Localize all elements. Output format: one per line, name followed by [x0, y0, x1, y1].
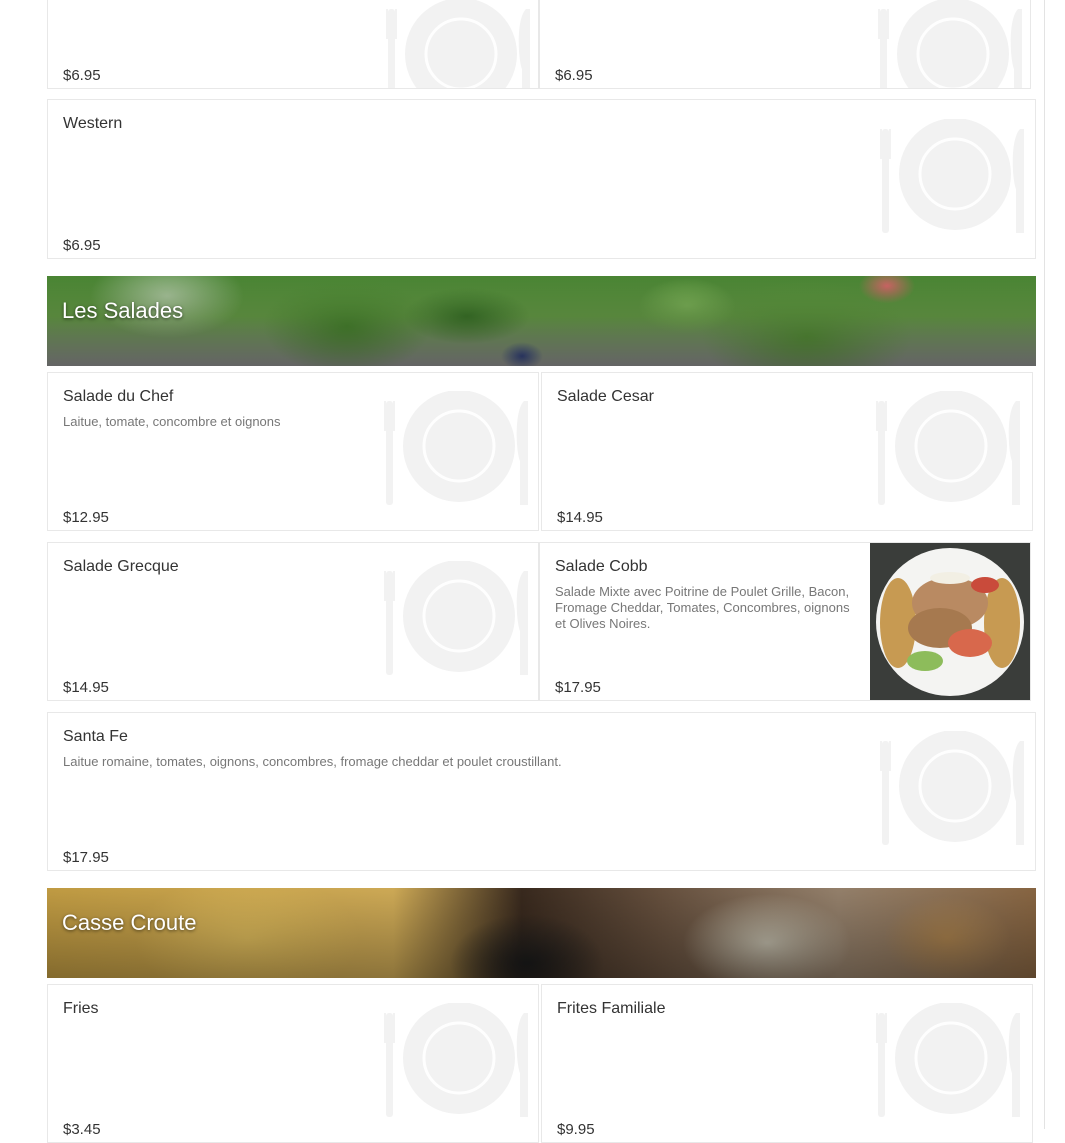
- plate-cutlery-icon: [878, 0, 1024, 88]
- item-name: Fries: [63, 1000, 99, 1017]
- plate-cutlery-icon: [386, 0, 532, 88]
- item-price: $14.95: [63, 679, 109, 696]
- item-name: Salade Grecque: [63, 558, 179, 575]
- item-name: Western: [63, 115, 123, 132]
- item-price: $9.95: [557, 1121, 595, 1138]
- item-price: $14.95: [557, 509, 603, 526]
- menu-item-card[interactable]: Salade Grecque $14.95: [47, 542, 539, 701]
- menu-item-card[interactable]: Western $6.95: [47, 99, 1036, 259]
- item-name: Salade Cobb: [555, 558, 648, 575]
- menu-item-card[interactable]: Salade Cesar $14.95: [541, 372, 1033, 531]
- item-description: Salade Mixte avec Poitrine de Poulet Gri…: [555, 584, 850, 631]
- item-price: $17.95: [555, 679, 601, 696]
- item-price: $6.95: [63, 237, 101, 254]
- item-price: $12.95: [63, 509, 109, 526]
- menu-item-card[interactable]: Salade du Chef Laitue, tomate, concombre…: [47, 372, 539, 531]
- section-banner-salads: Les Salades: [47, 276, 1036, 366]
- item-price: $6.95: [555, 67, 593, 84]
- menu-item-card[interactable]: $6.95: [47, 0, 539, 89]
- page-scroll-edge: [1044, 0, 1045, 1129]
- plate-cutlery-icon: [880, 731, 1026, 847]
- menu-item-card[interactable]: Fries $3.45: [47, 984, 539, 1143]
- item-price: $3.45: [63, 1121, 101, 1138]
- section-title: Casse Croute: [62, 910, 197, 935]
- section-banner-casse-croute: Casse Croute: [47, 888, 1036, 978]
- item-name: Santa Fe: [63, 728, 128, 745]
- item-description: Laitue romaine, tomates, oignons, concom…: [63, 754, 562, 769]
- item-name: Frites Familiale: [557, 1000, 666, 1017]
- menu-item-card[interactable]: Frites Familiale $9.95: [541, 984, 1033, 1143]
- plate-cutlery-icon: [880, 119, 1026, 235]
- item-price: $17.95: [63, 849, 109, 866]
- menu-item-card[interactable]: Santa Fe Laitue romaine, tomates, oignon…: [47, 712, 1036, 871]
- plate-cutlery-icon: [384, 1003, 530, 1119]
- plate-cutlery-icon: [384, 391, 530, 507]
- item-price: $6.95: [63, 67, 101, 84]
- item-name: Salade Cesar: [557, 388, 654, 405]
- plate-cutlery-icon: [384, 561, 530, 677]
- plate-cutlery-icon: [876, 391, 1022, 507]
- item-description: Laitue, tomate, concombre et oignons: [63, 414, 281, 429]
- salad-photo: [870, 543, 1030, 700]
- menu-item-card[interactable]: $6.95: [539, 0, 1031, 89]
- section-title: Les Salades: [62, 298, 184, 323]
- banner-shade: [47, 276, 1036, 366]
- menu-item-card[interactable]: Salade Cobb Salade Mixte avec Poitrine d…: [539, 542, 1031, 701]
- item-name: Salade du Chef: [63, 388, 174, 405]
- plate-cutlery-icon: [876, 1003, 1022, 1119]
